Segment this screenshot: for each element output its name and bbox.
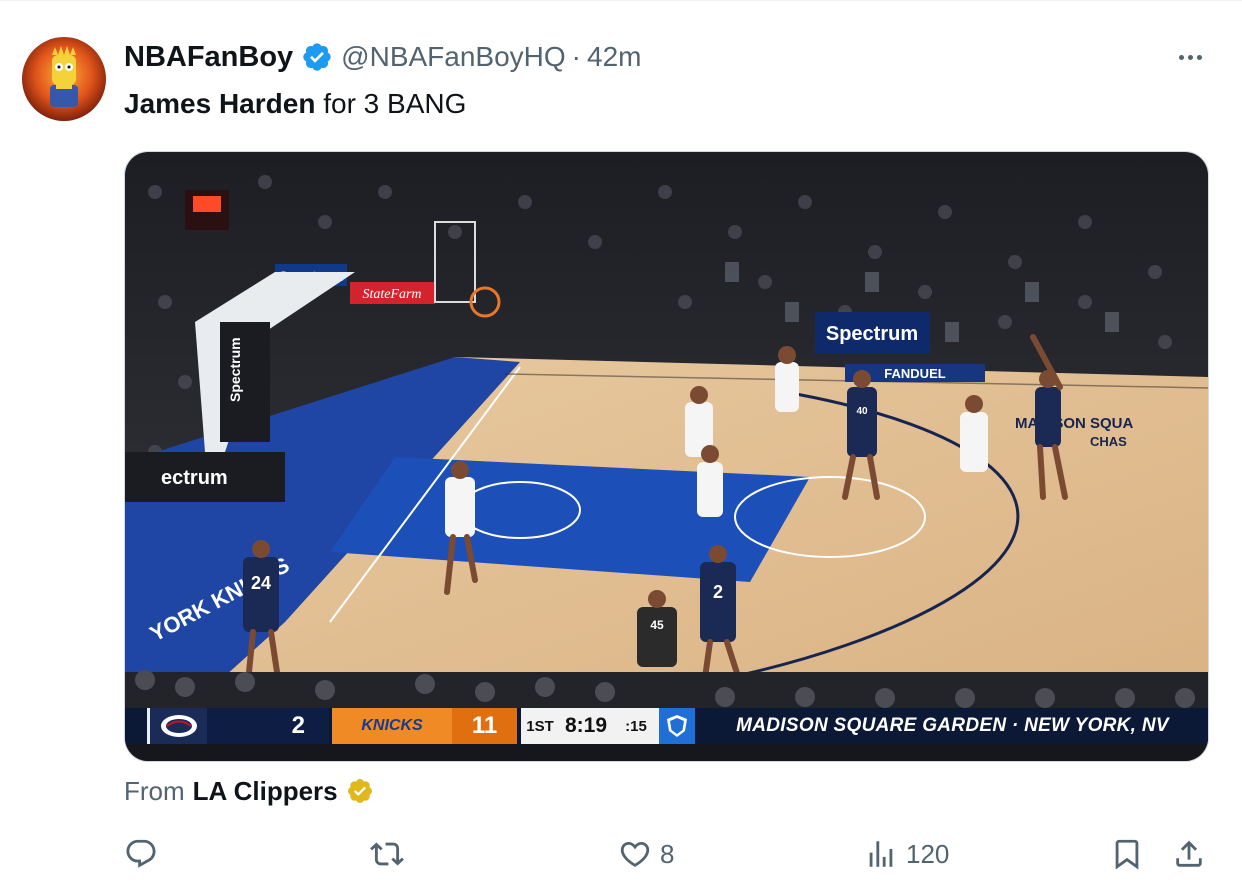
retweet-icon [370,842,404,866]
jersey-number-center: 2 [713,582,723,602]
attribution-name[interactable]: LA Clippers [193,776,338,807]
home-score: 11 [452,708,517,744]
attribution-row: From LA Clippers [124,773,374,809]
attribution-prefix: From [124,775,185,806]
reply-icon [126,839,156,868]
video-player[interactable]: YORK KNICKS Spectrum FANDUEL MADISON SQU… [124,151,1209,762]
bookmark-button[interactable] [1110,835,1144,873]
shot-clock: :15 [613,708,659,744]
action-bar: 8 120 [124,835,1214,873]
basketball-court-frame: YORK KNICKS Spectrum FANDUEL MADISON SQU… [125,152,1208,761]
share-icon [1176,840,1202,867]
game-period: 1ST [521,708,559,744]
bookmark-icon [1115,839,1139,870]
venue-label: MADISON SQUARE GARDEN · NEW YORK, NV [695,708,1208,744]
heart-icon [620,841,650,867]
avatar-cartoon-icon [50,46,78,107]
author-handle[interactable]: @NBAFanBoyHQ [341,41,566,73]
retweet-button[interactable] [370,835,412,873]
more-options-button[interactable] [1172,45,1208,69]
network-logo [659,708,695,744]
author-display-name[interactable]: NBAFanBoy [124,41,293,74]
clippers-logo-icon [160,715,197,737]
tweet-text: James Harden for 3 BANG [124,85,466,123]
spectrum-side-sign: ectrum [161,467,228,489]
spectrum-stanchion-sign: Spectrum [227,337,243,402]
garden-sign-line2: CHAS [1090,434,1127,449]
tweet-header: NBAFanBoy @NBAFanBoyHQ · 42m [124,37,641,77]
reply-button[interactable] [124,835,166,873]
garden-sign-line1: MADISON SQUA [1015,415,1134,432]
statefarm-sign: StateFarm [362,287,421,302]
jersey-number-top: 40 [856,406,868,417]
tweet-timestamp[interactable]: 42m [587,41,641,73]
like-button[interactable]: 8 [618,835,674,873]
spectrum-baseline-sign: Spectrum [826,323,918,345]
game-clock: 8:19 [559,708,613,744]
more-dot-icon [1187,54,1193,60]
home-team-logo: KNICKS [332,708,452,744]
analytics-icon [869,841,893,867]
tweet-card[interactable]: NBAFanBoy @NBAFanBoyHQ · 42m James Harde… [0,0,1242,893]
jersey-number-left: 24 [251,573,271,593]
more-dot-icon [1178,54,1184,60]
share-button[interactable] [1172,835,1206,873]
fanduel-sign: FANDUEL [884,366,945,381]
views-button[interactable]: 120 [864,835,949,873]
author-avatar[interactable] [22,37,106,121]
views-count: 120 [906,838,950,869]
shield-icon [667,715,687,737]
tweet-text-mention: James Harden [124,88,316,119]
gold-verified-badge-icon [347,779,372,803]
verified-badge-icon[interactable] [301,41,333,73]
jersey-number-referee: 45 [650,618,664,632]
away-score: 2 [207,708,329,744]
separator-dot: · [571,41,581,72]
more-dot-icon [1196,54,1202,60]
scoreboard-bug: 2 KNICKS 11 1ST 8:19 :15 MADISON SQUARE … [125,708,1208,744]
away-team-logo [147,708,207,744]
like-count: 8 [660,838,675,869]
tweet-text-body: for 3 BANG [315,88,467,119]
